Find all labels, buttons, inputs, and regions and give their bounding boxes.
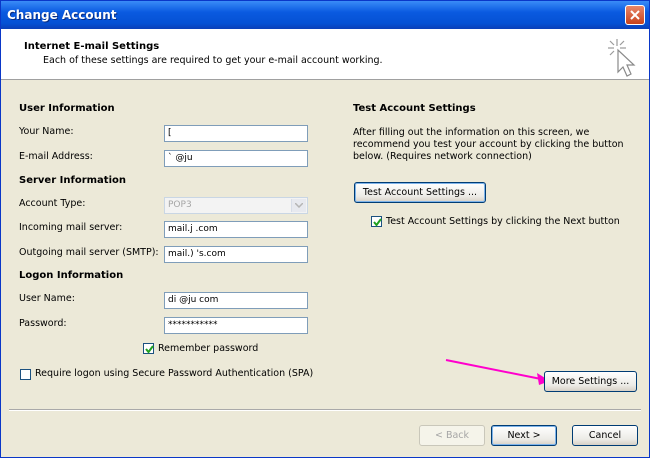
test-description-line: recommend you test your account by click… — [353, 139, 624, 150]
password-field[interactable]: *********** — [164, 317, 308, 334]
test-description-line: below. (Requires network connection) — [353, 151, 532, 162]
email-address-label: E-mail Address: — [19, 151, 93, 162]
logon-info-heading: Logon Information — [19, 270, 124, 281]
close-button[interactable] — [625, 5, 645, 25]
test-on-next-label: Test Account Settings by clicking the Ne… — [386, 216, 620, 227]
account-type-select: POP3 — [164, 197, 308, 214]
user-name-field[interactable]: di @ju com — [164, 292, 308, 309]
title-bar[interactable]: Change Account — [1, 1, 649, 29]
incoming-server-field[interactable]: mail.j .com — [164, 221, 308, 238]
remember-password-checkbox[interactable] — [143, 343, 154, 354]
test-description-line: After filling out the information on thi… — [353, 127, 590, 138]
your-name-field[interactable]: [ — [164, 125, 308, 142]
header-subtitle: Each of these settings are required to g… — [43, 55, 383, 66]
window-title: Change Account — [7, 8, 117, 22]
password-label: Password: — [19, 318, 67, 329]
user-name-label: User Name: — [19, 293, 75, 304]
close-icon — [630, 10, 640, 20]
test-on-next-checkbox[interactable] — [371, 216, 382, 227]
cursor-sparkle-icon — [608, 39, 636, 77]
header-title: Internet E-mail Settings — [24, 41, 160, 52]
test-settings-heading: Test Account Settings — [353, 103, 476, 114]
cancel-button[interactable]: Cancel — [572, 425, 638, 446]
checkmark-icon — [145, 345, 154, 354]
checkmark-icon — [373, 218, 382, 227]
spa-label: Require logon using Secure Password Auth… — [35, 368, 314, 379]
server-info-heading: Server Information — [19, 175, 126, 186]
your-name-label: Your Name: — [19, 126, 74, 137]
test-description: After filling out the information on thi… — [353, 127, 624, 163]
user-info-heading: User Information — [19, 103, 115, 114]
outgoing-server-field[interactable]: mail.) 's.com — [164, 246, 308, 263]
separator — [9, 409, 641, 411]
email-address-field[interactable]: ` @ju — [164, 150, 308, 167]
test-account-settings-button[interactable]: Test Account Settings ... — [354, 182, 486, 203]
back-button[interactable]: < Back — [419, 425, 485, 446]
dropdown-arrow — [291, 199, 306, 212]
account-type-label: Account Type: — [19, 198, 86, 209]
more-settings-button[interactable]: More Settings ... — [544, 371, 637, 392]
next-button[interactable]: Next > — [491, 425, 557, 446]
incoming-server-label: Incoming mail server: — [19, 222, 123, 233]
spa-checkbox[interactable] — [20, 369, 31, 380]
chevron-down-icon — [295, 203, 303, 208]
change-account-dialog: Change Account Internet E-mail Settings … — [0, 0, 650, 458]
account-type-value: POP3 — [168, 200, 192, 210]
dialog-header: Internet E-mail Settings Each of these s… — [1, 29, 649, 80]
remember-password-label: Remember password — [158, 343, 259, 354]
outgoing-server-label: Outgoing mail server (SMTP): — [19, 247, 159, 258]
